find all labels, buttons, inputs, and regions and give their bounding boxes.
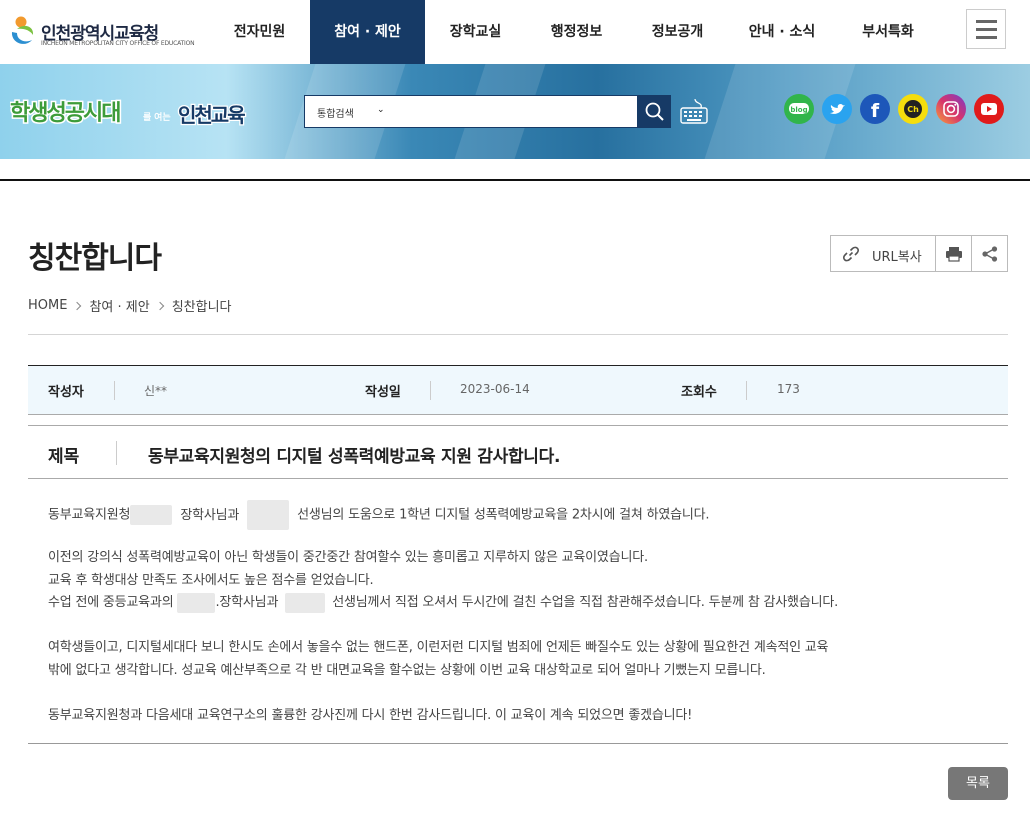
author-label: 작성자 — [48, 385, 84, 400]
main-menu: 전자민원 참여 · 제안 장학교실 행정정보 정보공개 안내 · 소식 부서특화 — [209, 0, 940, 64]
chevron-right-icon — [73, 301, 82, 310]
post-subject: 동부교육지원청의 디지털 성폭력예방교육 지원 감사합니다. — [148, 447, 561, 467]
menu-item-participation[interactable]: 참여 · 제안 — [310, 0, 425, 64]
blog-icon[interactable]: blog — [784, 94, 814, 124]
printer-icon — [946, 247, 962, 262]
redacted-name — [285, 592, 326, 613]
redacted-name — [130, 505, 173, 525]
post-paragraph: 동부교육지원청 장학사님과 선생님의 도움으로 1학년 디지털 성폭력예방교육을 2… — [48, 500, 710, 530]
url-copy-label: URL복사 — [872, 250, 922, 265]
text-fragment: 장학사님과 — [180, 507, 240, 523]
text-fragment: 동부교육지원청 — [48, 507, 131, 523]
author-value: 신** — [144, 384, 168, 398]
redacted-name — [177, 592, 216, 613]
menu-item-news[interactable]: 안내 · 소식 — [728, 0, 836, 64]
search-button[interactable] — [638, 95, 671, 128]
breadcrumb-participation[interactable]: 참여 · 제안 — [89, 296, 149, 315]
menu-item-civil-service[interactable]: 전자민원 — [209, 0, 310, 64]
list-button[interactable]: 목록 — [948, 767, 1008, 800]
text-fragment: 선생님께서 직접 오셔서 두시간에 걸친 수업을 직접 참관해주셨습니다. 두분… — [332, 595, 839, 610]
breadcrumb: HOME 참여 · 제안 칭찬합니다 — [28, 296, 232, 315]
facebook-icon[interactable]: f — [860, 94, 890, 124]
svg-text:f: f — [871, 100, 880, 122]
logo-mark-icon — [11, 16, 34, 44]
search-icon — [645, 102, 664, 121]
content-top-divider — [0, 179, 1030, 181]
share-icon — [982, 246, 998, 262]
page-tools: URL복사 — [830, 235, 1008, 272]
subject-label: 제목 — [48, 447, 80, 467]
share-button[interactable] — [972, 236, 1008, 271]
header-banner: 학생성공시대 를 여는 인천교육 통합검색 ⌄ blog f Ch — [0, 64, 1030, 159]
redacted-name — [247, 500, 290, 530]
text-fragment: 수업 전에 중등교육과의 — [48, 595, 174, 610]
svg-text:인천교육: 인천교육 — [178, 103, 245, 127]
logo-subtitle: INCHEON METROPOLITAN CITY OFFICE OF EDUC… — [41, 40, 195, 47]
breadcrumb-current[interactable]: 칭찬합니다 — [172, 296, 232, 315]
content-bottom-divider — [28, 743, 1008, 744]
post-paragraph: 동부교육지원청과 다음세대 교육연구소의 훌륭한 강사진께 다시 한번 감사드립… — [48, 708, 693, 723]
menu-item-admin-info[interactable]: 행정정보 — [526, 0, 627, 64]
search-scope-select[interactable]: 통합검색 — [317, 105, 354, 120]
text-fragment: .장학사님과 — [215, 595, 279, 610]
menu-item-scholarship[interactable]: 장학교실 — [425, 0, 526, 64]
hamburger-menu-icon[interactable] — [966, 9, 1006, 49]
date-value: 2023-06-14 — [460, 382, 530, 396]
svg-text:학생성공시대: 학생성공시대 — [10, 101, 120, 126]
header-divider — [28, 334, 1008, 335]
subject-divider — [116, 441, 117, 465]
post-subject-row: 제목 동부교육지원청의 디지털 성폭력예방교육 지원 감사합니다. — [28, 425, 1008, 479]
slogan-text: 학생성공시대 를 여는 인천교육 — [10, 100, 248, 129]
post-paragraph: 교육 후 학생대상 만족도 조사에서도 높은 점수를 얻었습니다. — [48, 573, 374, 588]
text-fragment: 선생님의 도움으로 1학년 디지털 성폭력예방교육을 2차시에 걸쳐 하였습니다… — [297, 507, 710, 523]
post-paragraph: 수업 전에 중등교육과의 .장학사님과 선생님께서 직접 오셔서 두시간에 걸친 수… — [48, 591, 838, 613]
keyboard-icon[interactable] — [679, 97, 709, 127]
post-paragraph: 이전의 강의식 성폭력예방교육이 아닌 학생들이 중간중간 참여할수 있는 흥미… — [48, 550, 648, 565]
site-logo[interactable]: 인천광역시교육청 INCHEON METROPOLITAN CITY OFFIC… — [8, 10, 195, 54]
chevron-right-icon — [155, 301, 164, 310]
meta-divider — [114, 381, 115, 400]
twitter-icon[interactable] — [822, 94, 852, 124]
menu-item-disclosure[interactable]: 정보공개 — [627, 0, 728, 64]
kakao-channel-icon[interactable]: Ch — [898, 94, 928, 124]
breadcrumb-home[interactable]: HOME — [28, 298, 67, 313]
top-navigation-bar: 인천광역시교육청 INCHEON METROPOLITAN CITY OFFIC… — [0, 0, 1030, 64]
search-input[interactable]: 통합검색 ⌄ — [304, 95, 638, 128]
svg-text:blog: blog — [790, 106, 807, 114]
chevron-down-icon: ⌄ — [377, 105, 385, 115]
svg-text:Ch: Ch — [907, 105, 919, 114]
url-copy-button[interactable]: URL복사 — [831, 236, 936, 271]
meta-divider — [746, 381, 747, 400]
page-title: 칭찬합니다 — [28, 241, 162, 276]
menu-item-department[interactable]: 부서특화 — [836, 0, 940, 64]
youtube-icon[interactable] — [974, 94, 1004, 124]
instagram-icon[interactable] — [936, 94, 966, 124]
views-value: 173 — [777, 382, 800, 396]
views-label: 조회수 — [681, 385, 717, 400]
print-button[interactable] — [936, 236, 972, 271]
svg-text:를 여는: 를 여는 — [143, 111, 171, 123]
post-meta-row: 작성자 신** 작성일 2023-06-14 조회수 173 — [28, 365, 1008, 415]
meta-divider — [430, 381, 431, 400]
post-paragraph: 밖에 없다고 생각합니다. 성교육 예산부족으로 각 반 대면교육을 할수없는 … — [48, 663, 766, 678]
link-icon — [843, 246, 859, 262]
date-label: 작성일 — [365, 385, 401, 400]
post-paragraph: 여학생들이고, 디지털세대다 보니 한시도 손에서 놓을수 없는 핸드폰, 이런… — [48, 640, 829, 655]
